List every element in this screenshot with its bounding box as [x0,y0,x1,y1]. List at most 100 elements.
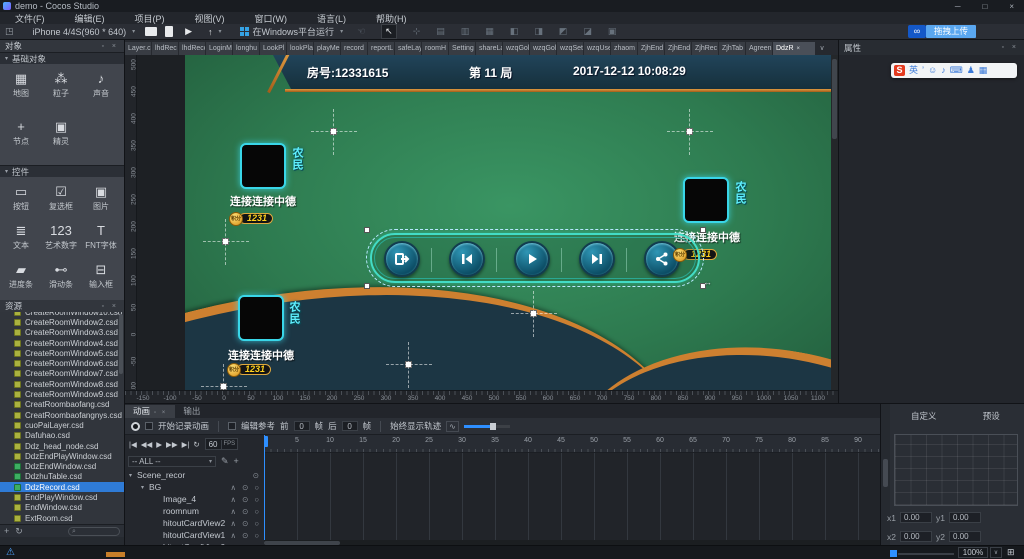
anchor-marker[interactable] [330,128,337,135]
node-visibility-icons[interactable]: ∧ ⊙ ○ [231,495,264,504]
zoom-slider-thumb[interactable] [890,550,897,557]
tab-preset-easing[interactable]: 预设 [958,410,1024,422]
playhead-line[interactable] [264,435,265,540]
edit-animation-icon[interactable]: ✎ [221,456,229,467]
editor-tab[interactable]: lookPla× [287,42,313,55]
resize-handle[interactable] [364,283,370,289]
timeline-node[interactable]: roomnum ∧ ⊙ ○ [125,505,264,517]
previous-button[interactable] [449,241,485,277]
anchor-marker[interactable] [222,238,229,245]
timeline-grid[interactable] [264,453,880,540]
palette-item[interactable]: T FNT字体 [81,222,121,254]
editor-tab[interactable]: Agreen× [746,42,772,55]
select-tool-icon[interactable]: ↖ [381,24,397,39]
file-list-scrollbar[interactable] [119,314,123,374]
editor-tab[interactable]: LoginM× [206,42,232,55]
editor-tab[interactable]: lhdReco× [179,42,205,55]
anchor-marker[interactable] [405,361,412,368]
editor-tab[interactable]: Setting× [449,42,475,55]
editor-tab[interactable]: longhu× [233,42,259,55]
portrait-icon[interactable] [165,26,173,37]
palette-item[interactable]: + 节点 [1,118,41,159]
curve-icon[interactable]: ∿ [446,421,459,432]
zoom-chevron-icon[interactable]: ∨ [990,547,1002,558]
last-frame-button[interactable]: ▶| [182,440,190,449]
file-item[interactable]: Ddz_head_node.csd [0,441,124,451]
file-item[interactable]: CreateRoomWindow7.csd [0,369,124,379]
x1-input[interactable]: 0.00 [900,512,932,523]
skin-icon[interactable]: ♟ [967,65,975,76]
editor-tab[interactable]: ZjhEnd× [665,42,691,55]
panel-dock-close-icons[interactable]: ▫ × [154,410,167,416]
play-button[interactable] [514,241,550,277]
fps-box[interactable]: 60 FPS [205,438,239,450]
exit-button[interactable] [384,241,420,277]
palette-item[interactable]: ♪ 声音 [81,70,121,111]
panel-dock-close-icons[interactable]: ▫ × [101,303,119,310]
resize-handle[interactable] [364,227,370,233]
sogou-logo[interactable]: S [894,65,905,76]
next-frame-button[interactable]: ▶▶ [166,440,178,449]
menu-item[interactable]: 窗口(W) [240,12,303,25]
file-item[interactable]: CreateRoomWindow6.csd [0,358,124,368]
publish-caret-icon[interactable]: ▾ [219,28,222,35]
anchor-marker[interactable] [220,383,227,390]
file-item[interactable]: DdzhuTable.csd [0,472,124,482]
anchor-marker[interactable] [686,128,693,135]
fps-value[interactable]: 60 [206,440,222,449]
align-top-icon[interactable]: ◧ [510,26,519,37]
align-vcenter-icon[interactable]: ◨ [534,26,543,37]
timeline-zoom-slider[interactable] [464,425,510,428]
palette-item[interactable]: ⊟ 输入框 [81,261,121,293]
palette-item[interactable]: ⁂ 粒子 [41,70,81,111]
anchor-marker[interactable] [530,310,537,317]
node-visibility-icons[interactable]: ⊙ [253,471,264,480]
file-item[interactable]: Dafuhao.csd [0,431,124,441]
editor-tab[interactable]: playMe× [314,42,340,55]
editor-tab[interactable]: LookPl× [260,42,286,55]
avatar[interactable] [240,143,286,189]
file-item[interactable]: CreateRoomWindow4.csd [0,338,124,348]
editor-tab[interactable]: Layer.c× [125,42,151,55]
file-item[interactable]: CreateRoomWindow9.csd [0,389,124,399]
refresh-resources-button[interactable]: ↻ [15,526,23,537]
easing-panel-scrollbar[interactable] [881,404,890,546]
toolbox-icon[interactable]: ▦ [979,65,988,76]
resource-search-input[interactable]: ⌕ [68,527,120,536]
widgets-section[interactable]: ▾ 控件 [0,165,124,177]
tab-close-icon[interactable]: × [797,46,801,52]
record-checkbox[interactable] [145,422,153,430]
file-item[interactable]: CreateRoomWindow8.csd [0,379,124,389]
node-visibility-icons[interactable]: ∧ ⊙ ○ [231,531,264,540]
distribute-h-icon[interactable]: ◪ [583,26,592,37]
expander-icon[interactable]: ▾ [141,484,149,491]
show-trajectory-label[interactable]: 始终显示轨迹 [390,420,441,432]
avatar[interactable] [683,177,729,223]
apostrophe-icon[interactable]: ’ [922,65,924,76]
align-bottom-icon[interactable]: ◩ [559,26,568,37]
editor-tab[interactable]: wzqGol× [530,42,556,55]
close-button[interactable]: × [1009,2,1014,11]
editor-tab[interactable]: roomH× [422,42,448,55]
pixel-grid-icon[interactable]: ⊞ [1007,547,1015,558]
tab-animation[interactable]: 动画▫ × [125,405,175,418]
maximize-button[interactable]: □ [982,2,987,11]
file-item[interactable]: DdzEndPlayWindow.csd [0,451,124,461]
palette-item[interactable]: ▣ 精灵 [41,118,81,159]
menu-item[interactable]: 帮助(H) [361,12,422,25]
file-item[interactable]: CreatRoombaofangnys.csd [0,410,124,420]
lang-mode-icon[interactable]: 英 [909,65,918,76]
align-left-icon[interactable]: ▤ [436,26,445,37]
tab-output[interactable]: 输出 [175,405,208,418]
palette-item[interactable]: ▰ 进度条 [1,261,41,293]
warning-icon[interactable]: ⚠ [6,547,15,558]
timeline-node[interactable]: ▾ Scene_recor ⊙ [125,469,264,481]
editor-tab[interactable]: record× [341,42,367,55]
timeline-node[interactable]: hitoutCardView1 ∧ ⊙ ○ [125,529,264,541]
file-item[interactable]: DdzRecord.csd [0,482,124,492]
palette-item[interactable]: ≣ 文本 [1,222,41,254]
play-animation-button[interactable]: ▶ [156,440,162,449]
file-item[interactable]: cuoPaiLayer.csd [0,420,124,430]
collapse-icon[interactable]: ▾ [5,55,8,62]
canvas-vertical-scrollbar[interactable] [831,55,838,390]
